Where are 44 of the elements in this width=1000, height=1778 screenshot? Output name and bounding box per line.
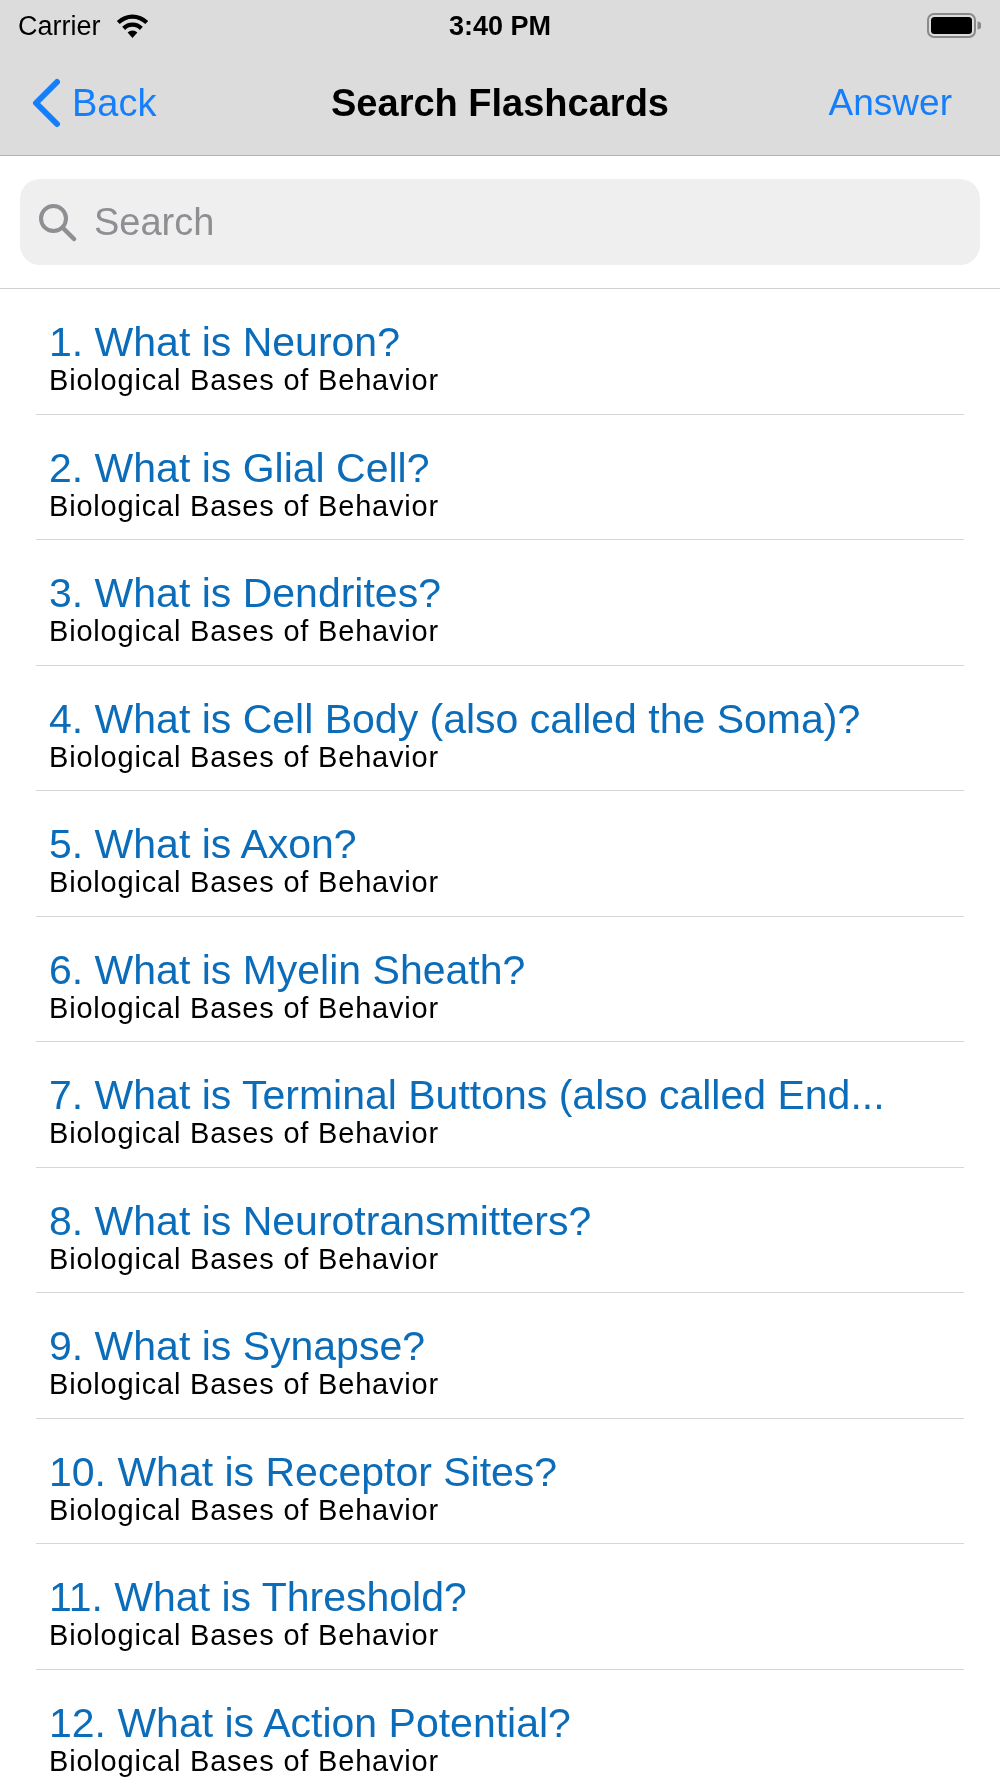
flashcard-question: 6. What is Myelin Sheath?	[49, 947, 527, 992]
flashcard-category: Biological Bases of Behavior	[49, 1619, 440, 1651]
flashcard-list-item[interactable]: 1. What is Neuron? Biological Bases of Behavior	[36, 289, 964, 415]
flashcard-question: 2. What is Glial Cell?	[49, 445, 431, 490]
flashcard-category: Biological Bases of Behavior	[49, 1744, 440, 1777]
carrier-label: Carrier	[18, 9, 101, 42]
flashcard-list-item[interactable]: 6. What is Myelin Sheath? Biological Bases of Behavior	[36, 916, 964, 1042]
flashcard-question: 5. What is Axon?	[49, 822, 358, 866]
flashcard-list-item[interactable]: 12. What is Action Potential? Biological Bases of Behavior	[36, 1669, 964, 1778]
flashcard-question: 4. What is Cell Body (also called the Soma)?	[49, 696, 862, 741]
flashcard-question: 11. What is Threshold?	[49, 1575, 468, 1619]
battery-icon	[927, 13, 981, 38]
status-time: 3:40 PM	[449, 9, 551, 42]
flashcard-list-item[interactable]: 4. What is Cell Body (also called the Soma)? Biological Bases of Behavior	[36, 665, 964, 791]
flashcard-category: Biological Bases of Behavior	[49, 1493, 440, 1526]
screen-title: Search Flashcards	[331, 81, 669, 125]
wifi-icon	[114, 13, 150, 38]
flashcard-question: 9. What is Synapse?	[49, 1324, 427, 1368]
flashcard-category: Biological Bases of Behavior	[49, 1117, 440, 1149]
flashcard-category: Biological Bases of Behavior	[49, 1242, 440, 1275]
flashcard-question: 12. What is Action Potential?	[49, 1700, 572, 1745]
flashcard-list-item[interactable]: 5. What is Axon? Biological Bases of Behavior	[36, 791, 964, 917]
flashcard-category: Biological Bases of Behavior	[49, 991, 440, 1024]
flashcard-list-item[interactable]: 11. What is Threshold? Biological Bases of Behavior	[36, 1544, 964, 1670]
flashcard-list-item[interactable]: 10. What is Receptor Sites? Biological Bases of Behavior	[36, 1418, 964, 1544]
flashcard-question: 3. What is Dendrites?	[49, 571, 442, 615]
search-icon	[38, 203, 77, 242]
flashcard-category: Biological Bases of Behavior	[49, 866, 440, 898]
flashcard-question: 7. What is Terminal Buttons (also called End...	[49, 1073, 886, 1117]
flashcard-category: Biological Bases of Behavior	[49, 364, 440, 396]
chevron-left-icon	[30, 78, 62, 128]
flashcard-list-item[interactable]: 9. What is Synapse? Biological Bases of Behavior	[36, 1293, 964, 1419]
flashcard-question: 10. What is Receptor Sites?	[49, 1449, 559, 1494]
flashcard-question: 1. What is Neuron?	[49, 320, 401, 364]
flashcard-category: Biological Bases of Behavior	[49, 489, 440, 522]
flashcard-category: Biological Bases of Behavior	[49, 740, 439, 773]
flashcard-category: Biological Bases of Behavior	[49, 1368, 440, 1400]
flashcard-list-item[interactable]: 3. What is Dendrites? Biological Bases of Behavior	[36, 540, 964, 666]
flashcard-category: Biological Bases of Behavior	[49, 615, 440, 647]
flashcard-list-item[interactable]: 2. What is Glial Cell? Biological Bases of Behavior	[36, 414, 964, 540]
flashcard-list-item[interactable]: 7. What is Terminal Buttons (also called End... Biological Bases of Behavior	[36, 1042, 964, 1168]
flashcard-question: 8. What is Neurotransmitters?	[49, 1198, 593, 1243]
search-field[interactable]: Search	[20, 179, 980, 265]
flashcard-list-item[interactable]: 8. What is Neurotransmitters? Biological Bases of Behavior	[36, 1167, 964, 1293]
